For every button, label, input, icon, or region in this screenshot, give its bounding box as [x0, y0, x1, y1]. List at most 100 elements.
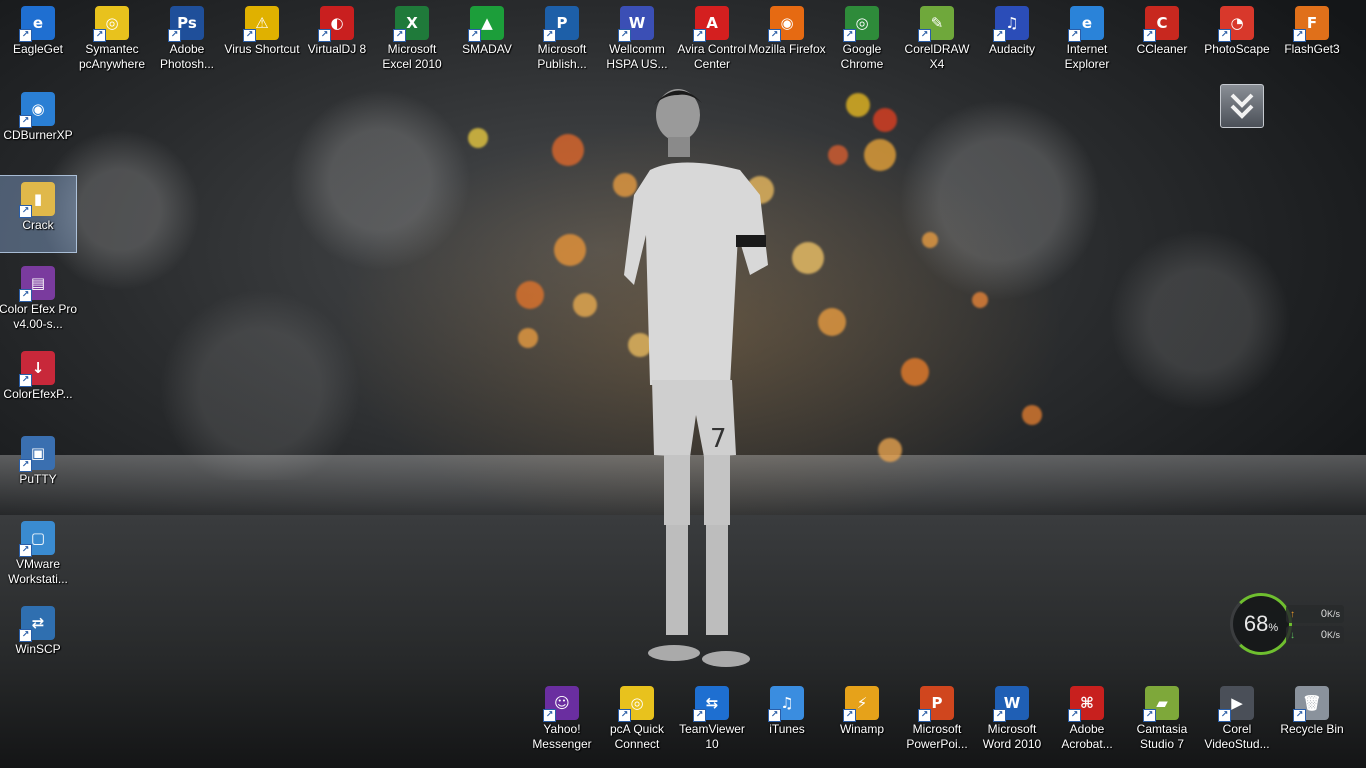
shortcut-arrow-icon: ↗ [1143, 29, 1156, 42]
eagleget-icon: e ↗ [19, 6, 55, 42]
desktop-icon[interactable]: e ↗ Internet Explorer [1049, 0, 1125, 76]
desktop-icon[interactable]: ♫ ↗ Audacity [974, 0, 1050, 76]
desktop-icon-label: Adobe Photosh... [159, 42, 215, 71]
teamviewer-icon: ⇆ ↗ [693, 686, 729, 722]
desktop-icon[interactable]: ✎ ↗ CorelDRAW X4 [899, 0, 975, 76]
desktop-icon-label: Microsoft Excel 2010 [382, 42, 442, 71]
download-arrow-icon: ↓ [1290, 629, 1295, 641]
shortcut-arrow-icon: ↗ [768, 709, 781, 722]
svg-text:7: 7 [710, 424, 727, 454]
desktop-icon[interactable]: A ↗ Avira Control Center [674, 0, 750, 76]
word-icon: W ↗ [993, 686, 1029, 722]
bokeh-light [516, 281, 544, 309]
bokeh-light [573, 293, 597, 317]
desktop-icon[interactable]: ⌘ ↗ Adobe Acrobat... [1049, 680, 1125, 756]
desktop-icon-label: Recycle Bin [1280, 722, 1344, 736]
cpu-usage-value: 68 [1243, 611, 1269, 636]
desktop-icon[interactable]: C ↗ CCleaner [1124, 0, 1200, 76]
desktop-icon-label: pcA Quick Connect [609, 722, 665, 751]
desktop-icon-label: Yahoo! Messenger [532, 722, 592, 751]
publisher-icon: P ↗ [543, 6, 579, 42]
desktop-icon[interactable]: e ↗ EagleGet [0, 0, 76, 76]
desktop-icon-label: FlashGet3 [1284, 42, 1340, 56]
putty-icon: ▣ ↗ [19, 436, 55, 472]
pca-quick-connect-icon: ◎ ↗ [618, 686, 654, 722]
download-manager-widget-button[interactable] [1220, 84, 1264, 128]
desktop-icon[interactable]: ☺ ↗ Yahoo! Messenger [524, 680, 600, 756]
bokeh-light [922, 232, 938, 248]
desktop-icon[interactable]: W ↗ Microsoft Word 2010 [974, 680, 1050, 756]
ccleaner-icon: C ↗ [1143, 6, 1179, 42]
bokeh-light [828, 145, 848, 165]
shortcut-arrow-icon: ↗ [843, 709, 856, 722]
bokeh-light [901, 358, 929, 386]
shortcut-arrow-icon: ↗ [93, 29, 106, 42]
wellcomm-icon: W ↗ [618, 6, 654, 42]
desktop-icon[interactable]: W ↗ Wellcomm HSPA US... [599, 0, 675, 76]
desktop-icon-label: SMADAV [462, 42, 512, 56]
desktop-icon[interactable]: ⚡ ↗ Winamp [824, 680, 900, 756]
desktop-icon[interactable]: ◎ ↗ Google Chrome [824, 0, 900, 76]
desktop-icon[interactable]: ⇄ ↗ WinSCP [0, 600, 76, 676]
shortcut-arrow-icon: ↗ [768, 29, 781, 42]
desktop-icon-label: Color Efex Pro v4.00-s... [0, 302, 78, 331]
shortcut-arrow-icon: ↗ [468, 29, 481, 42]
desktop-icon[interactable]: ▣ ↗ PuTTY [0, 430, 76, 506]
desktop-icon[interactable]: ⚠ ↗ Virus Shortcut [224, 0, 300, 76]
desktop-icon[interactable]: F ↗ FlashGet3 [1274, 0, 1350, 76]
bokeh-light [873, 108, 897, 132]
desktop-icon[interactable]: P ↗ Microsoft PowerPoi... [899, 680, 975, 756]
system-monitor-widget[interactable]: 68 % ↑ 0K/s ↓ 0K/s [1228, 593, 1348, 655]
shortcut-arrow-icon: ↗ [19, 29, 32, 42]
shortcut-arrow-icon: ↗ [1218, 29, 1231, 42]
shortcut-arrow-icon: ↗ [918, 709, 931, 722]
winamp-icon: ⚡ ↗ [843, 686, 879, 722]
shortcut-arrow-icon: ↗ [1068, 29, 1081, 42]
winscp-icon: ⇄ ↗ [19, 606, 55, 642]
desktop-icon-label: CDBurnerXP [3, 128, 73, 142]
desktop-icon[interactable]: ▢ ↗ VMware Workstati... [0, 515, 76, 591]
desktop-icon[interactable]: ◐ ↗ VirtualDJ 8 [299, 0, 375, 76]
excel-icon: X ↗ [393, 6, 429, 42]
desktop-icon[interactable]: ▮ ↗ Crack [0, 175, 77, 253]
desktop-icon[interactable]: Ps ↗ Adobe Photosh... [149, 0, 225, 76]
shortcut-arrow-icon: ↗ [243, 29, 256, 42]
desktop-icon[interactable]: ▰ ↗ Camtasia Studio 7 [1124, 680, 1200, 756]
desktop-icon[interactable]: X ↗ Microsoft Excel 2010 [374, 0, 450, 76]
firefox-icon: ◉ ↗ [768, 6, 804, 42]
desktop-icon[interactable]: ⇆ ↗ TeamViewer 10 [674, 680, 750, 756]
cdburnerxp-icon: ◉ ↗ [19, 92, 55, 128]
shortcut-arrow-icon: ↗ [543, 709, 556, 722]
desktop-icon[interactable]: ◎ ↗ Symantec pcAnywhere [74, 0, 150, 76]
desktop-icon[interactable]: 🗑 ↗ Recycle Bin [1274, 680, 1350, 756]
shortcut-arrow-icon: ↗ [693, 709, 706, 722]
desktop-icon[interactable]: ◉ ↗ Mozilla Firefox [748, 0, 826, 76]
photoshop-icon: Ps ↗ [168, 6, 204, 42]
bokeh-light [518, 328, 538, 348]
desktop-icon[interactable]: ▶ ↗ Corel VideoStud... [1199, 680, 1275, 756]
upload-speed-unit: K/s [1326, 609, 1340, 619]
desktop-icon-label: Mozilla Firefox [748, 42, 826, 56]
desktop-icon[interactable]: ↓ ↗ ColorEfexP... [0, 345, 76, 421]
shortcut-arrow-icon: ↗ [843, 29, 856, 42]
desktop-icon[interactable]: ◔ ↗ PhotoScape [1199, 0, 1275, 76]
desktop-icon[interactable]: P ↗ Microsoft Publish... [524, 0, 600, 76]
desktop-wallpaper: 7 [0, 0, 1366, 768]
cpu-usage-unit: % [1268, 622, 1279, 634]
desktop-icon[interactable]: ♫ ↗ iTunes [749, 680, 825, 756]
desktop-icon[interactable]: ◉ ↗ CDBurnerXP [0, 86, 76, 162]
shortcut-arrow-icon: ↗ [168, 29, 181, 42]
bokeh-light [878, 438, 902, 462]
desktop-icon-label: Corel VideoStud... [1204, 722, 1270, 751]
photoscape-icon: ◔ ↗ [1218, 6, 1254, 42]
desktop-icon[interactable]: ◎ ↗ pcA Quick Connect [599, 680, 675, 756]
bokeh-light [864, 139, 896, 171]
desktop-icon-label: Audacity [988, 42, 1036, 56]
desktop-icon-label: CorelDRAW X4 [904, 42, 970, 71]
desktop-icon-label: Crack [22, 218, 54, 232]
desktop-icon-label: Google Chrome [840, 42, 884, 71]
desktop-icon[interactable]: ▲ ↗ SMADAV [449, 0, 525, 76]
desktop-icon[interactable]: ▤ ↗ Color Efex Pro v4.00-s... [0, 260, 78, 336]
audacity-icon: ♫ ↗ [993, 6, 1029, 42]
warning-icon: ⚠ ↗ [243, 6, 279, 42]
